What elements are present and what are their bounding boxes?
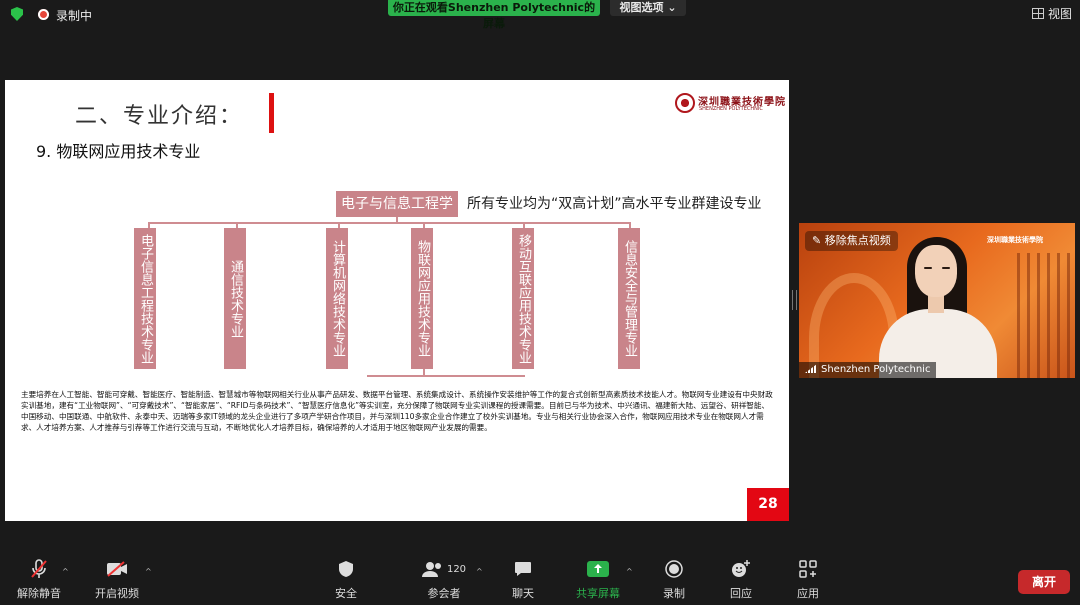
department-box: 电子与信息工程学院 <box>336 191 458 238</box>
school-seal-icon <box>675 93 695 113</box>
view-options-label: 视图选项 <box>619 1 664 14</box>
reactions-button[interactable]: 回应 <box>721 558 761 601</box>
top-bar: 录制中 你正在观看Shenzhen Polytechnic的屏幕 视图选项 ⌄ … <box>0 0 1080 30</box>
encryption-shield-icon[interactable] <box>11 7 23 21</box>
panel-resize-handle[interactable] <box>792 290 797 310</box>
background-logo: 深圳職業技術學院 <box>987 236 1043 244</box>
screen-share-banner: 你正在观看Shenzhen Polytechnic的屏幕 <box>388 0 600 30</box>
chevron-down-icon: ⌄ <box>667 1 677 14</box>
share-screen-button[interactable]: 共享屏幕 <box>572 558 624 601</box>
unpin-icon: ✎ <box>812 234 825 247</box>
start-video-button[interactable]: 开启视频 <box>92 558 142 601</box>
view-button[interactable]: 视图 <box>1032 5 1072 22</box>
meeting-toolbar: 解除静音 ^ 开启视频 ^ 安全 120 参会者 ^ 聊天 共享屏幕 ^ 录制 … <box>0 558 1080 605</box>
double-high-note: 所有专业均为“双高计划”高水平专业群建设专业 <box>467 196 762 212</box>
chat-bubble-icon <box>503 558 543 580</box>
video-options-chevron-icon[interactable]: ^ <box>145 567 152 576</box>
shared-slide: 二、专业介绍： 深圳職業技術學院 SHENZHEN POLYTECHNIC 9.… <box>5 80 789 521</box>
major-box: 电子信息工程技术专业 <box>134 228 156 369</box>
major-description: 主要培养在人工智能、智能可穿戴、智能医疗、智能制造、智慧城市等物联网相关行业从事… <box>21 390 773 432</box>
chat-button[interactable]: 聊天 <box>503 558 543 601</box>
logo-english-name: SHENZHEN POLYTECHNIC <box>699 106 763 112</box>
background-building <box>1017 253 1075 378</box>
participants-options-chevron-icon[interactable]: ^ <box>476 567 483 576</box>
chat-label: 聊天 <box>512 587 534 600</box>
slide-subtitle: 9. 物联网应用技术专业 <box>36 142 201 161</box>
share-options-chevron-icon[interactable]: ^ <box>626 567 633 576</box>
view-options-menu[interactable]: 视图选项 ⌄ <box>610 0 686 16</box>
record-button[interactable]: 录制 <box>654 558 694 601</box>
remove-focus-label: 移除焦点视频 <box>824 234 891 247</box>
participant-eye <box>924 267 932 269</box>
participants-button[interactable]: 120 参会者 <box>414 558 474 601</box>
apps-button[interactable]: 应用 <box>788 558 828 601</box>
video-tile[interactable]: 深圳職業技術學院 ✎ 移除焦点视频 Shenzhen Polytechnic <box>799 223 1075 378</box>
apps-icon <box>788 558 828 580</box>
start-video-label: 开启视频 <box>95 587 139 600</box>
record-icon <box>654 558 694 580</box>
major-box: 物联网应用技术专业 <box>411 228 433 369</box>
record-label: 录制 <box>663 587 685 600</box>
remove-focus-button[interactable]: ✎ 移除焦点视频 <box>805 231 898 251</box>
page-number: 28 <box>747 488 789 521</box>
major-box: 计算机网络技术专业 <box>326 228 348 369</box>
major-box: 通信技术专业 <box>224 228 246 369</box>
participants-label: 参会者 <box>427 587 461 600</box>
security-label: 安全 <box>335 587 357 600</box>
security-button[interactable]: 安全 <box>326 558 366 601</box>
muted-microphone-icon <box>14 558 64 580</box>
participant-face <box>915 245 957 297</box>
participant-name-tag: Shenzhen Polytechnic <box>799 362 937 378</box>
video-off-icon <box>92 558 142 580</box>
audio-options-chevron-icon[interactable]: ^ <box>62 567 69 576</box>
major-box: 信息安全与管理专业 <box>618 228 640 369</box>
emoji-reaction-icon <box>721 558 761 580</box>
grid-view-icon <box>1032 8 1044 19</box>
school-logo: 深圳職業技術學院 SHENZHEN POLYTECHNIC <box>675 93 785 117</box>
share-screen-label: 共享屏幕 <box>576 587 620 600</box>
slide-title: 二、专业介绍： <box>75 104 244 129</box>
tree-connector <box>148 222 630 224</box>
unmute-label: 解除静音 <box>17 587 61 600</box>
participant-eye <box>942 267 950 269</box>
recording-icon <box>38 9 49 20</box>
participant-count: 120 <box>446 563 467 575</box>
leave-meeting-button[interactable]: 离开 <box>1018 570 1070 594</box>
recording-status: 录制中 <box>56 9 93 23</box>
major-box: 移动互联应用技术专业 <box>512 228 534 369</box>
tree-connector <box>367 375 525 377</box>
title-accent-bar <box>269 93 274 133</box>
share-screen-icon <box>572 558 624 580</box>
apps-label: 应用 <box>797 587 819 600</box>
participants-icon: 120 <box>414 558 474 580</box>
reactions-label: 回应 <box>730 587 752 600</box>
signal-strength-icon <box>805 364 817 373</box>
security-shield-icon <box>326 558 366 580</box>
view-button-label: 视图 <box>1048 7 1073 21</box>
unmute-button[interactable]: 解除静音 <box>14 558 64 601</box>
participant-name: Shenzhen Polytechnic <box>821 364 931 375</box>
